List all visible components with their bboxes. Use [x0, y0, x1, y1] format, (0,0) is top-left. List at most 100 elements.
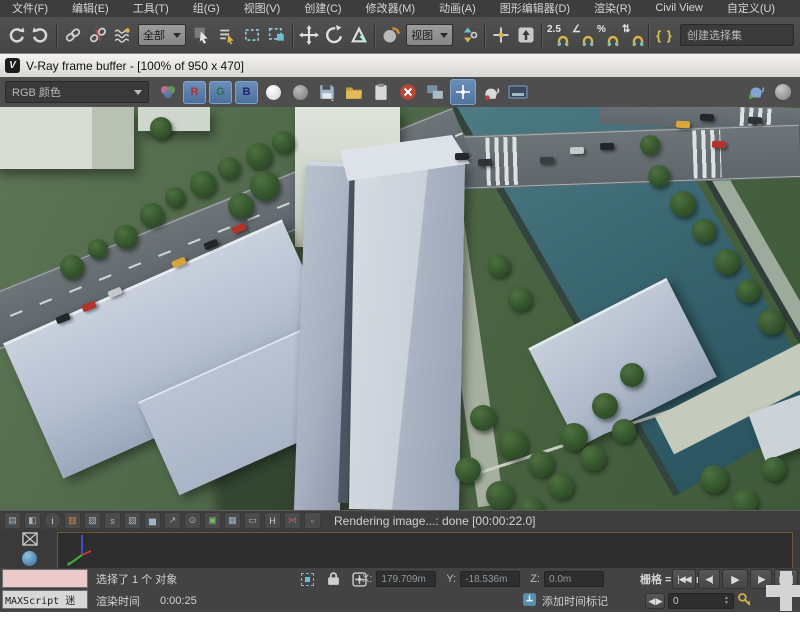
select-by-name-icon[interactable]	[214, 22, 239, 48]
car-dark	[700, 114, 714, 122]
render-time-icon[interactable]: ⊙	[184, 512, 201, 529]
named-selection-placeholder: 创建选择集	[687, 27, 742, 43]
named-selection-sets-field[interactable]: 创建选择集	[680, 24, 794, 46]
track-mouse-while-rendering-icon[interactable]	[450, 79, 476, 105]
menu-edit[interactable]: 编辑(E)	[60, 0, 121, 17]
red-channel-button[interactable]: R	[183, 81, 206, 104]
force-color-clamping-icon[interactable]: ◧	[24, 512, 41, 529]
lut-icon[interactable]: ▦	[224, 512, 241, 529]
compare-ab-icon[interactable]: ⋈	[284, 512, 301, 529]
left-dock	[0, 530, 55, 568]
monochromatic-mode-icon[interactable]	[261, 80, 285, 104]
play-button[interactable]: ▶	[722, 569, 748, 589]
load-image-icon[interactable]	[342, 80, 366, 104]
stamp-icon[interactable]	[506, 80, 530, 104]
snaps-toggle-25-icon[interactable]: 2.5	[545, 22, 570, 48]
key-filters-icon[interactable]	[737, 592, 752, 610]
edit-named-selection-sets-icon[interactable]: { }	[652, 22, 677, 48]
menu-civil-view[interactable]: Civil View	[643, 1, 714, 16]
menu-graph-editors[interactable]: 图形编辑器(D)	[488, 0, 582, 17]
use-pivot-point-center-icon[interactable]	[456, 22, 481, 48]
tree	[528, 451, 554, 477]
alpha-channel-icon[interactable]	[288, 80, 312, 104]
color-corrections-icon[interactable]: ▥	[64, 512, 81, 529]
blue-channel-button[interactable]: B	[235, 81, 258, 104]
render-sphere-icon[interactable]	[771, 80, 795, 104]
render-last-icon[interactable]	[744, 80, 768, 104]
selection-filter-dropdown[interactable]: 全部	[138, 24, 186, 46]
green-channel-button[interactable]: G	[209, 81, 232, 104]
monitor-icon[interactable]: ▭	[244, 512, 261, 529]
unlink-selection-icon[interactable]	[85, 22, 110, 48]
z-coord-field[interactable]: 0.0m	[544, 571, 604, 587]
icc-profile-icon[interactable]: ▨	[84, 512, 101, 529]
go-to-start-button[interactable]: |◀◀	[672, 569, 696, 589]
show-corrections-icon[interactable]: ▤	[4, 512, 21, 529]
background-image-icon[interactable]: ▣	[204, 512, 221, 529]
rectangular-selection-region-icon[interactable]	[239, 22, 264, 48]
select-object-icon[interactable]	[189, 22, 214, 48]
select-and-link-icon[interactable]	[60, 22, 85, 48]
curve-editor-icon[interactable]: ↗	[164, 512, 181, 529]
vfb-channel-dropdown[interactable]: RGB 颜色	[5, 81, 149, 103]
window-crossing-toggle-icon[interactable]	[264, 22, 289, 48]
region-render-icon[interactable]	[479, 80, 503, 104]
angle-snap-toggle-icon[interactable]: ∠	[570, 22, 595, 48]
status-bar: MAXScript 迷 选择了 1 个 对象 X: 179.709m Y: -1…	[0, 568, 800, 612]
ocio-icon[interactable]: ▧	[124, 512, 141, 529]
menu-animation[interactable]: 动画(A)	[427, 0, 488, 17]
keyboard-shortcut-override-icon[interactable]	[513, 22, 538, 48]
srgb-icon[interactable]: s	[104, 512, 121, 529]
history-icon[interactable]: H	[264, 512, 281, 529]
percent-snap-toggle-icon[interactable]: %	[595, 22, 620, 48]
save-image-icon[interactable]	[315, 80, 339, 104]
key-mode-toggle-button[interactable]: ◀ ▶	[645, 593, 665, 609]
select-and-place-icon[interactable]	[378, 22, 403, 48]
active-viewport[interactable]	[57, 532, 793, 568]
undo-icon[interactable]	[3, 22, 28, 48]
selection-lock-toggle-icon[interactable]	[324, 570, 342, 588]
add-time-tag-button[interactable]: 添加时间标记	[542, 593, 608, 609]
menu-file[interactable]: 文件(F)	[0, 0, 60, 17]
car-dark	[540, 157, 554, 164]
duplicate-to-host-frame-buffer-icon[interactable]	[423, 80, 447, 104]
spinner-snap-toggle-icon[interactable]: ⇅	[620, 22, 645, 48]
menu-rendering[interactable]: 渲染(R)	[582, 0, 643, 17]
tree	[700, 465, 728, 493]
copy-to-clipboard-icon[interactable]	[369, 80, 393, 104]
menu-group[interactable]: 组(G)	[181, 0, 232, 17]
x-coord-field[interactable]: 179.709m	[376, 571, 436, 587]
tree	[190, 171, 216, 197]
menu-modifiers[interactable]: 修改器(M)	[354, 0, 428, 17]
region-render-toggle-icon[interactable]: ▫	[304, 512, 321, 529]
tree	[140, 203, 164, 227]
rendered-image[interactable]	[0, 107, 800, 510]
rgb-channels-icon[interactable]	[156, 80, 180, 104]
select-and-rotate-icon[interactable]	[321, 22, 346, 48]
viewport-strip	[0, 530, 800, 568]
select-and-manipulate-icon[interactable]	[488, 22, 513, 48]
previous-frame-button[interactable]: ◀|	[698, 569, 720, 589]
vfb-title-bar[interactable]: V V-Ray frame buffer - [100% of 950 x 47…	[0, 53, 800, 77]
y-coord-field[interactable]: -18.536m	[460, 571, 520, 587]
chevron-down-icon	[173, 33, 181, 38]
tree	[692, 219, 716, 243]
select-and-move-icon[interactable]	[296, 22, 321, 48]
frame-spinner-down-icon[interactable]: ▼	[724, 601, 729, 606]
viewport-layout-tabs-icon[interactable]	[22, 532, 38, 551]
isolate-selection-toggle-icon[interactable]	[298, 570, 316, 588]
levels-icon[interactable]: ▅	[144, 512, 161, 529]
current-frame-field[interactable]: 0 ▲ ▼	[668, 593, 734, 609]
redo-icon[interactable]	[28, 22, 53, 48]
viewport-navigation-icon[interactable]	[766, 571, 800, 611]
clear-image-icon[interactable]	[396, 80, 420, 104]
menu-create[interactable]: 创建(C)	[292, 0, 353, 17]
pixel-info-icon[interactable]: i	[44, 512, 61, 529]
select-and-scale-icon[interactable]	[346, 22, 371, 48]
menu-customize[interactable]: 自定义(U)	[715, 0, 787, 17]
reference-coordinate-system-dropdown[interactable]: 视图	[406, 24, 453, 46]
time-tag-icon	[522, 592, 537, 610]
bind-to-space-warp-icon[interactable]	[110, 22, 135, 48]
menu-views[interactable]: 视图(V)	[232, 0, 293, 17]
menu-tools[interactable]: 工具(T)	[121, 0, 181, 17]
